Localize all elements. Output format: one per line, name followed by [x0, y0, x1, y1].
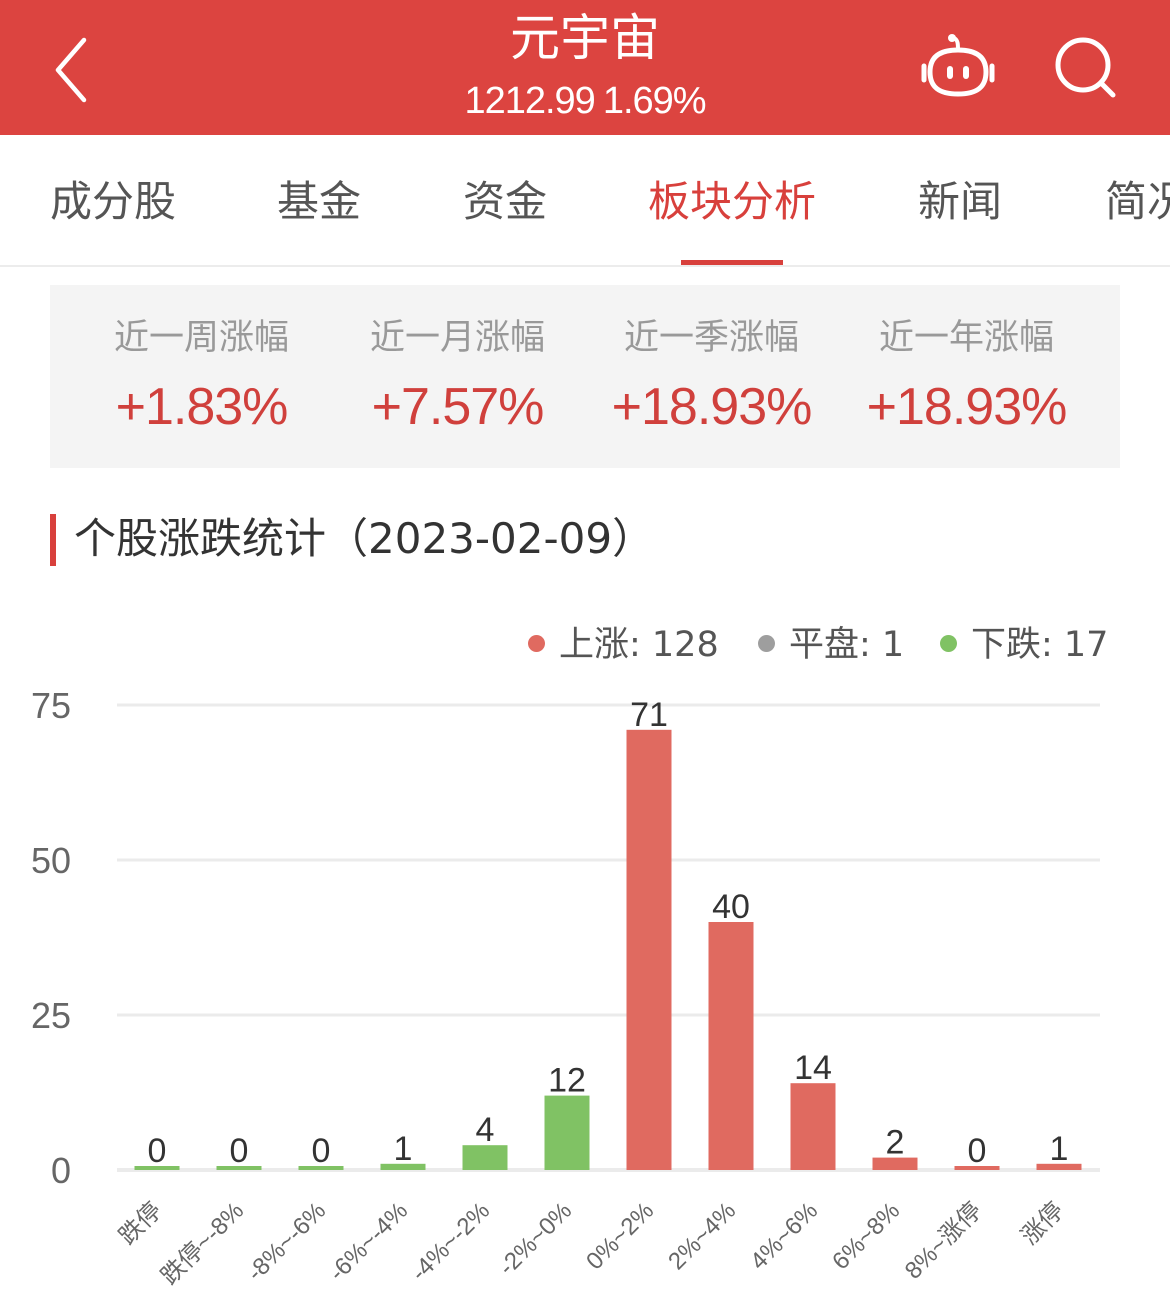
legend-label: 平盘: 1 — [789, 625, 905, 665]
index-value: 1212.99 — [464, 80, 595, 122]
legend-item-flat[interactable]: 平盘: 1 — [758, 622, 904, 668]
bar-7[interactable] — [708, 922, 754, 1170]
legend-label: 下跌: 17 — [971, 625, 1109, 665]
x-tick-label: 4%~6% — [745, 1197, 823, 1275]
x-tick-label: -2%~0% — [494, 1197, 578, 1281]
bar-value-label: 14 — [794, 1049, 832, 1087]
bar-5[interactable] — [544, 1095, 590, 1170]
active-tab-indicator — [681, 260, 783, 265]
legend-item-up[interactable]: 上涨: 128 — [528, 622, 719, 668]
tab-constituents[interactable]: 成分股 — [50, 177, 176, 227]
performance-summary: 近一周涨幅 +1.83% 近一月涨幅 +7.57% 近一季涨幅 +18.93% … — [50, 285, 1120, 468]
x-axis-ticks: 跌停跌停~-8%-8%~-6%-6%~-4%-4%~-2%-2%~0% 0%~2%… — [114, 1197, 1069, 1290]
bar-value-label: 0 — [312, 1132, 331, 1170]
legend-label: 上涨: 128 — [559, 625, 719, 665]
bar-value-label: 0 — [230, 1132, 249, 1170]
stat-value: +1.83% — [115, 378, 289, 436]
bar-value-label: 0 — [968, 1132, 987, 1170]
tab-sector-analysis[interactable]: 板块分析 — [648, 177, 816, 227]
stat-label: 近一年涨幅 — [878, 318, 1054, 358]
stat-label: 近一季涨幅 — [623, 318, 799, 358]
bar-value-label: 0 — [148, 1132, 167, 1170]
x-tick-label: 跌停 — [114, 1197, 167, 1250]
bar-value-label: 2 — [886, 1124, 905, 1162]
bar-value-label: 71 — [630, 696, 668, 734]
x-tick-label: 8%~涨停 — [900, 1197, 987, 1284]
tab-capital-flow[interactable]: 资金 — [463, 177, 547, 227]
robot-assistant-button[interactable] — [918, 30, 998, 106]
x-tick-label: 0%~2% — [581, 1197, 659, 1275]
section-title: 个股涨跌统计（2023-02-09） — [74, 514, 655, 563]
stat-label: 近一月涨幅 — [369, 318, 545, 358]
x-tick-label: -6%~-4% — [324, 1197, 413, 1286]
stat-label: 近一周涨幅 — [113, 318, 289, 358]
tab-overview[interactable]: 简况 — [1105, 177, 1170, 227]
bar-6[interactable] — [626, 729, 672, 1170]
tab-bar: 成分股 基金 资金 板块分析 新闻 简况 — [0, 135, 1170, 267]
y-tick-label: 25 — [31, 995, 71, 1036]
tab-funds[interactable]: 基金 — [277, 177, 361, 227]
rise-fall-distribution-chart: 0255075 0 0 0 1 4127140142 0 1 跌停跌停~-8%-8%~-6%… — [31, 685, 1100, 1290]
bar-value-label: 1 — [1050, 1130, 1069, 1168]
bars — [134, 729, 1082, 1170]
x-tick-label: 2%~4% — [663, 1197, 741, 1275]
stat-value: +18.93% — [866, 378, 1068, 436]
stat-value: +18.93% — [611, 378, 813, 436]
legend-item-down[interactable]: 下跌: 17 — [940, 622, 1108, 668]
top-header: 元宇宙 1212.99 1.69% — [0, 0, 1170, 135]
legend-dot-down-icon — [940, 635, 957, 652]
bar-8[interactable] — [790, 1083, 836, 1170]
bar-value-label: 12 — [548, 1062, 586, 1100]
y-tick-label: 75 — [31, 685, 71, 726]
bar-value-label: 4 — [476, 1111, 495, 1149]
x-tick-label: -4%~-2% — [406, 1197, 495, 1286]
x-tick-label: 6%~8% — [827, 1197, 905, 1275]
index-change-pct: 1.69% — [602, 80, 707, 122]
x-tick-label: -8%~-6% — [242, 1197, 331, 1286]
tab-news[interactable]: 新闻 — [918, 177, 1002, 227]
section-accent-bar — [50, 514, 56, 566]
robot-assistant-icon — [921, 34, 995, 97]
x-tick-label: 涨停 — [1016, 1197, 1069, 1250]
x-tick-label: 跌停~-8% — [156, 1197, 249, 1290]
bar-value-label: 40 — [712, 888, 750, 926]
search-button[interactable] — [1050, 32, 1120, 102]
legend-dot-flat-icon — [758, 635, 775, 652]
search-icon — [1055, 37, 1116, 98]
legend-dot-up-icon — [528, 635, 545, 652]
data-labels: 0 0 0 1 4127140142 0 1 — [148, 696, 1069, 1170]
y-axis-ticks: 0 25 50 75 — [31, 685, 71, 1191]
bar-value-label: 1 — [394, 1130, 413, 1168]
stat-value: +7.57% — [371, 378, 545, 436]
gridlines — [117, 703, 1100, 1172]
y-tick-label: 0 — [51, 1150, 71, 1191]
y-tick-label: 50 — [31, 840, 71, 881]
